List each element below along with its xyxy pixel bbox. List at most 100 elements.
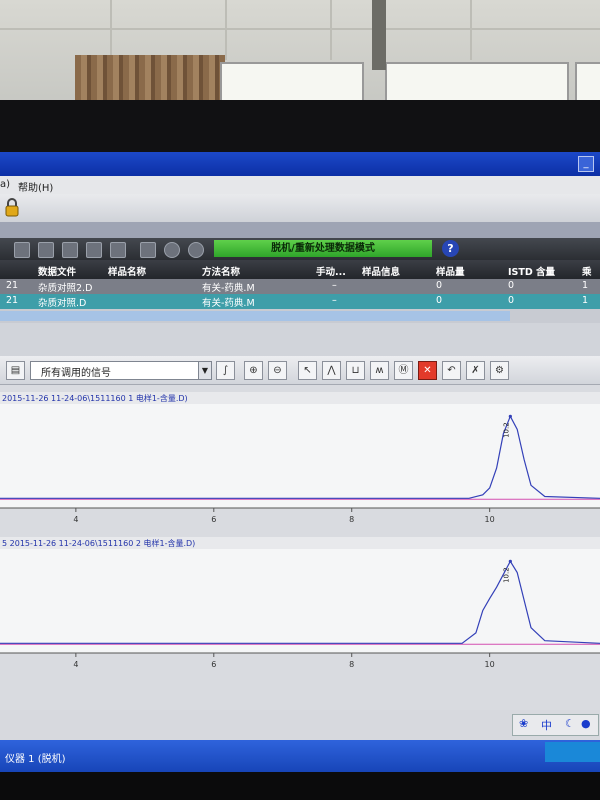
pause-icon[interactable] [188,242,204,258]
chevron-down-icon[interactable]: ▼ [198,362,211,379]
paw-icon[interactable]: ❀ [519,717,528,730]
room-pillar [372,0,386,70]
cell-method: 有关-药典.M [202,283,255,294]
menubar: a) 帮助(H) [0,176,600,194]
col-header[interactable]: ISTD 含量 [508,264,555,278]
ceiling-line [470,0,472,60]
cancel-icon[interactable]: ✗ [466,361,485,380]
chromatogram-file-label: 2015-11-26 11-24-06\1511160 1 电样1-含量.D) [2,394,188,403]
screen: _ a) 帮助(H) 脱机/重新处理数据模式 ? 数据文件 样品名称 方法名称 … [0,152,600,772]
zoom-out-icon[interactable]: ⊖ [268,361,287,380]
open-icon[interactable] [62,242,78,258]
chromatogram-label: 5 2015-11-26 11-24-06\1511160 2 电样1-含量.D… [0,537,600,549]
lock-icon[interactable] [3,197,21,217]
forward-icon[interactable] [140,242,156,258]
stop-icon[interactable] [164,242,180,258]
chromatogram-1[interactable]: 4 6 8 10 10.2 [0,404,600,529]
col-header[interactable]: 样品量 [436,264,465,278]
chromatogram-label: 2015-11-26 11-24-06\1511160 1 电样1-含量.D) [0,392,600,404]
toolbar-separator [0,222,600,238]
ceiling-line [225,0,227,60]
plot-area [0,404,600,508]
peak-marker [508,559,512,563]
cell-mult: 1 [582,280,589,291]
integrate-icon[interactable]: ∫ [216,361,235,380]
data-toolbar: 脱机/重新处理数据模式 ? [0,238,600,260]
signal-toolbar: ▤ 所有调用的信号 ▼ ∫ ⊕ ⊖ ↖ ⋀ ⊔ ʍ Ⓜ ✕ ↶ ✗ ⚙ [0,356,600,385]
mode-banner: 脱机/重新处理数据模式 [214,240,432,257]
table-horizontal-scrollbar[interactable] [0,309,600,323]
col-header[interactable]: 手动... [316,264,346,278]
x-tick-label: 10 [485,515,495,524]
signal-select-value: 所有调用的信号 [41,368,111,379]
dot-icon[interactable]: ● [581,717,591,730]
instrument-status[interactable]: 仪器 1 (脱机) [5,750,66,765]
x-tick-label: 10 [485,660,495,669]
moon-icon[interactable]: ☾ [565,717,575,730]
pointer-icon[interactable]: ↖ [298,361,317,380]
cell-amount: 0 [436,295,443,306]
cell-mult: 1 [582,295,589,306]
ceiling-line [330,0,332,60]
cell-method: 有关-药典.M [202,298,255,309]
col-header[interactable]: 样品信息 [362,264,400,278]
monitor-bezel [0,100,600,155]
peak-retention-label: 10.2 [502,567,510,583]
scrollbar-thumb[interactable] [0,311,510,321]
report-icon[interactable] [110,242,126,258]
ceiling-line [0,28,600,30]
chromatogram-file-label: 5 2015-11-26 11-24-06\1511160 2 电样1-含量.D… [2,539,196,548]
x-tick-label: 8 [349,660,354,669]
signal-select[interactable]: 所有调用的信号 ▼ [30,361,212,380]
system-tray[interactable] [545,742,600,762]
delete-peak-icon[interactable]: ✕ [418,361,437,380]
print-icon[interactable] [86,242,102,258]
save-icon[interactable] [38,242,54,258]
grid-icon[interactable] [14,242,30,258]
x-tick-label: 8 [349,515,354,524]
x-tick-label: 4 [73,660,78,669]
help-icon[interactable]: ? [442,240,459,257]
cell-file: 杂质对照.D [38,298,87,309]
cell-cut: 21 [6,295,19,306]
menu-item-partial[interactable]: a) [0,179,10,190]
cell-file: 杂质对照2.D [38,283,93,294]
taskbar: 仪器 1 (脱机) [0,740,600,772]
col-header[interactable]: 数据文件 [38,264,76,278]
cell-istd: 0 [508,295,515,306]
table-row[interactable]: 21 杂质对照2.D 有关-药典.M – 0 0 1 [0,279,600,294]
x-tick-label: 4 [73,515,78,524]
window-titlebar: _ [0,152,600,176]
table-row[interactable]: 21 杂质对照.D 有关-药典.M – 0 0 1 [0,294,600,309]
cell-manual: – [332,280,337,291]
table-header: 数据文件 样品名称 方法名称 手动... 样品信息 样品量 ISTD 含量 乘积 [0,260,600,292]
undo-icon[interactable]: ↶ [442,361,461,380]
baseline-icon[interactable]: ⊔ [346,361,365,380]
ime-lang[interactable]: 中 [541,717,552,733]
peak-icon[interactable]: ⋀ [322,361,341,380]
ceiling-line [110,0,112,60]
peak-marker [508,414,512,418]
cell-amount: 0 [436,280,443,291]
minimize-icon[interactable]: _ [578,156,594,172]
signal-options-icon[interactable]: ▤ [6,361,25,380]
col-header[interactable]: 方法名称 [202,264,240,278]
room-background [0,0,600,110]
col-header[interactable]: 样品名称 [108,264,146,278]
split-peak-icon[interactable]: ʍ [370,361,389,380]
cell-manual: – [332,295,337,306]
chromatogram-panel-1[interactable]: 4 6 8 10 10.2 [0,404,600,529]
settings-icon[interactable]: ⚙ [490,361,509,380]
zoom-in-icon[interactable]: ⊕ [244,361,263,380]
status-strip [0,710,600,740]
chromatogram-panel-2[interactable]: 4 6 8 10 10.2 [0,549,600,674]
x-tick-label: 6 [211,660,216,669]
splitter[interactable] [0,323,600,356]
plot-area [0,549,600,653]
ime-bar[interactable]: ❀ 中 ☾ ● [512,714,599,736]
peak-retention-label: 10.2 [502,422,510,438]
cell-istd: 0 [508,280,515,291]
tangent-icon[interactable]: Ⓜ [394,361,413,380]
menu-item-help[interactable]: 帮助(H) [18,179,53,194]
chromatogram-2[interactable]: 4 6 8 10 10.2 [0,549,600,674]
